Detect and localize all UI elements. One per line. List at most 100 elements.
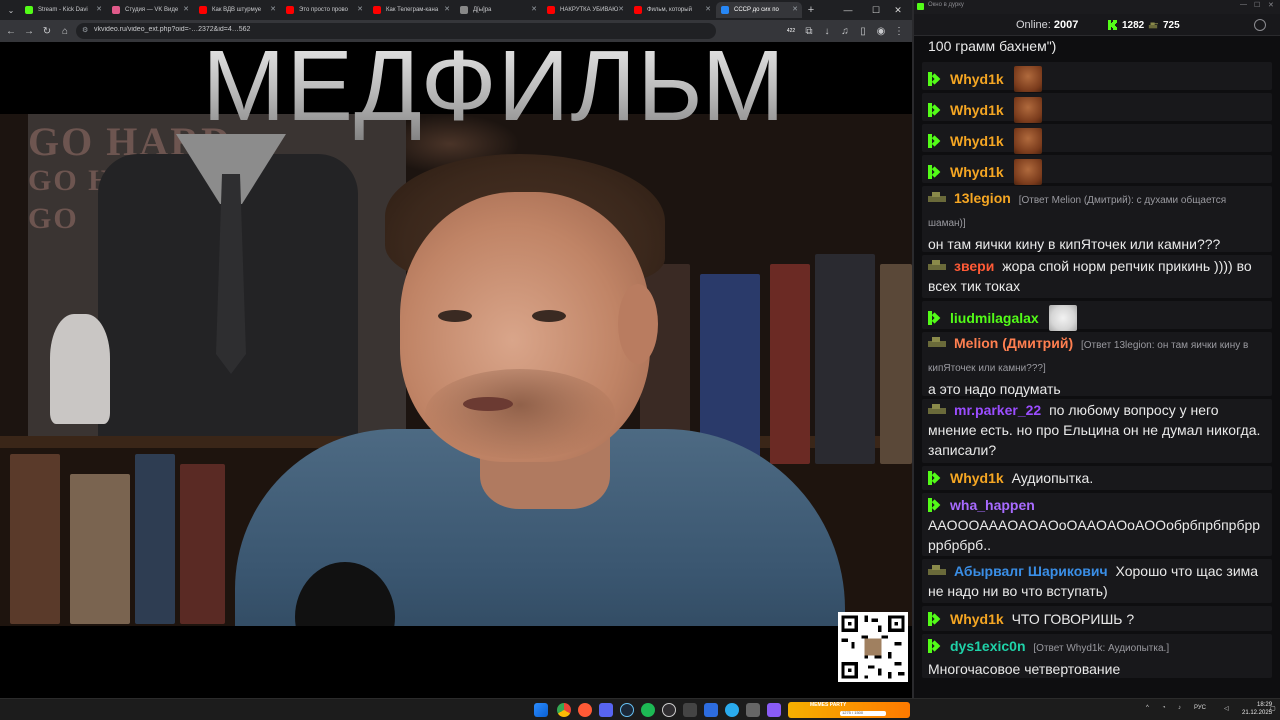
- username[interactable]: звери: [954, 258, 994, 274]
- address-bar[interactable]: ⚙ vkvideo.ru/video_ext.php?oid=-…2372&id…: [76, 23, 716, 39]
- username[interactable]: Абырвалг Шарикович: [954, 563, 1108, 579]
- site-info-icon[interactable]: ⚙: [82, 26, 91, 35]
- close-window-button[interactable]: ✕: [1268, 1, 1274, 9]
- chat-window-title: Окно в дурку: [928, 2, 964, 8]
- obs-icon[interactable]: [662, 703, 676, 717]
- book: [10, 454, 60, 624]
- menu-icon[interactable]: ⋮: [890, 22, 908, 40]
- settings-icon[interactable]: [1254, 19, 1266, 31]
- username[interactable]: wha_happen: [950, 497, 1035, 513]
- chat-message-list[interactable]: 100 грамм бахнем") Whyd1k Whyd1k Whyd1k …: [914, 36, 1280, 698]
- kick-badge-icon: [928, 639, 942, 653]
- username[interactable]: Whyd1k: [950, 71, 1004, 87]
- kick-badge-icon: [928, 471, 942, 485]
- minimize-button[interactable]: —: [836, 2, 860, 18]
- sidepanel-icon[interactable]: ▯: [854, 22, 872, 40]
- new-tab-button[interactable]: +: [803, 2, 819, 18]
- username[interactable]: dys1exic0n: [950, 638, 1026, 654]
- close-window-button[interactable]: ✕: [886, 2, 910, 18]
- username[interactable]: Melion (Дмитрий): [954, 335, 1073, 351]
- mic-icon[interactable]: ♪: [1178, 705, 1181, 711]
- book: [180, 464, 225, 624]
- online-counter: Online: 2007: [1016, 19, 1079, 31]
- person-eye: [438, 310, 472, 322]
- browser-tab[interactable]: Студия — VK Виде ✕: [107, 2, 193, 18]
- close-tab-icon[interactable]: ✕: [444, 5, 450, 13]
- kick-badge-icon: [928, 311, 942, 325]
- minimize-button[interactable]: —: [1240, 1, 1247, 8]
- reload-icon[interactable]: ↻: [38, 22, 56, 40]
- discord-icon[interactable]: [599, 703, 613, 717]
- browser-tab[interactable]: Как Телеграм-кана ✕: [368, 2, 454, 18]
- username[interactable]: Whyd1k: [950, 164, 1004, 180]
- volume-icon[interactable]: ◁: [1224, 705, 1229, 712]
- system-clock[interactable]: 18:29 21.12.2025: [1242, 701, 1272, 717]
- tab-search-button[interactable]: ⌄: [2, 2, 20, 18]
- telegram-icon[interactable]: [725, 703, 739, 717]
- screen: ⌄ Stream - Kick Davi ✕ Студия — VK Виде ✕ …: [0, 0, 1280, 720]
- browser-tab[interactable]: Как ВДВ штурмуе ✕: [194, 2, 280, 18]
- close-tab-icon[interactable]: ✕: [357, 5, 363, 13]
- kick-favicon-icon: [25, 6, 33, 14]
- tank-badge-icon: [928, 564, 946, 575]
- extensions-icon[interactable]: ⧉: [800, 22, 818, 40]
- emote-cat-icon: [1048, 305, 1077, 331]
- profile-icon[interactable]: ◉: [872, 22, 890, 40]
- chat-message: Whyd1k: [922, 93, 1272, 123]
- close-tab-icon[interactable]: ✕: [531, 5, 537, 13]
- notifications-icon[interactable]: ▢: [1270, 705, 1276, 712]
- message-text: ЧТО ГОВОРИШЬ ?: [1011, 611, 1135, 627]
- app-icon[interactable]: [746, 703, 760, 717]
- language-indicator[interactable]: РУС: [1194, 705, 1206, 711]
- username[interactable]: 13legion: [954, 190, 1011, 206]
- browser-tab[interactable]: Д[ы]ра ✕: [455, 2, 541, 18]
- yandex-browser-icon[interactable]: [578, 703, 592, 717]
- browser-tab[interactable]: Фильм, который ✕: [629, 2, 715, 18]
- download-icon[interactable]: ↓: [818, 22, 836, 40]
- username[interactable]: Whyd1k: [950, 133, 1004, 149]
- close-tab-icon[interactable]: ✕: [792, 5, 798, 13]
- chrome-icon[interactable]: [557, 703, 571, 717]
- tray-chevron-icon[interactable]: ^: [1146, 705, 1149, 711]
- back-arrow-icon[interactable]: ←: [2, 22, 20, 40]
- close-tab-icon[interactable]: ✕: [96, 5, 102, 13]
- wifi-icon[interactable]: ◔: [1162, 705, 1166, 711]
- media-player-icon[interactable]: [704, 703, 718, 717]
- maximize-button[interactable]: ☐: [864, 2, 888, 18]
- media-icon[interactable]: ♫: [836, 22, 854, 40]
- kick-badge-icon: [928, 165, 942, 179]
- spotify-icon[interactable]: [641, 703, 655, 717]
- home-icon[interactable]: ⌂: [56, 22, 74, 40]
- browser-tab-active[interactable]: СССР до сих по ✕: [716, 2, 802, 18]
- username[interactable]: liudmilagalax: [950, 310, 1039, 326]
- close-tab-icon[interactable]: ✕: [705, 5, 711, 13]
- message-text: АAOOOAAAOAOAOoOAAOAOoAOOобрбпрбпрбррррбр…: [928, 517, 1261, 553]
- forward-arrow-icon[interactable]: →: [20, 22, 38, 40]
- kick-badge-icon: [928, 498, 942, 512]
- app-icon[interactable]: [767, 703, 781, 717]
- maximize-button[interactable]: ☐: [1254, 1, 1260, 9]
- steam-icon[interactable]: [620, 703, 634, 717]
- browser-tab[interactable]: Это просто прово ✕: [281, 2, 367, 18]
- browser-tab[interactable]: НАКРУТКА УБИВАЮ ✕: [542, 2, 628, 18]
- book: [70, 474, 130, 624]
- username[interactable]: Whyd1k: [950, 102, 1004, 118]
- extension-badge[interactable]: 422: [782, 22, 800, 40]
- username[interactable]: Whyd1k: [950, 611, 1004, 627]
- username[interactable]: mr.parker_22: [954, 402, 1041, 418]
- username[interactable]: Whyd1k: [950, 470, 1004, 486]
- video-frame: GO HARD GO HARD GO: [0, 114, 912, 626]
- qr-code[interactable]: [838, 612, 908, 682]
- app-icon[interactable]: [683, 703, 697, 717]
- browser-tab[interactable]: Stream - Kick Davi ✕: [20, 2, 106, 18]
- start-button-icon[interactable]: [534, 703, 548, 717]
- memes-party-title: MEMES PARTY: [810, 702, 847, 708]
- close-tab-icon[interactable]: ✕: [270, 5, 276, 13]
- memes-party-widget[interactable]: MEMES PARTY 1275 / 1500: [788, 702, 910, 718]
- chat-window: Окно в дурку — ☐ ✕ Online: 2007 1282 725…: [912, 0, 1280, 698]
- reply-reference: [Ответ Whyd1k: Аудиопытка.]: [1033, 643, 1170, 654]
- close-tab-icon[interactable]: ✕: [618, 5, 624, 13]
- chat-message: 13legion [Ответ Melion (Дмитрий): с духа…: [922, 186, 1272, 252]
- video-player[interactable]: GO HARD GO HARD GO: [0, 42, 912, 698]
- close-tab-icon[interactable]: ✕: [183, 5, 189, 13]
